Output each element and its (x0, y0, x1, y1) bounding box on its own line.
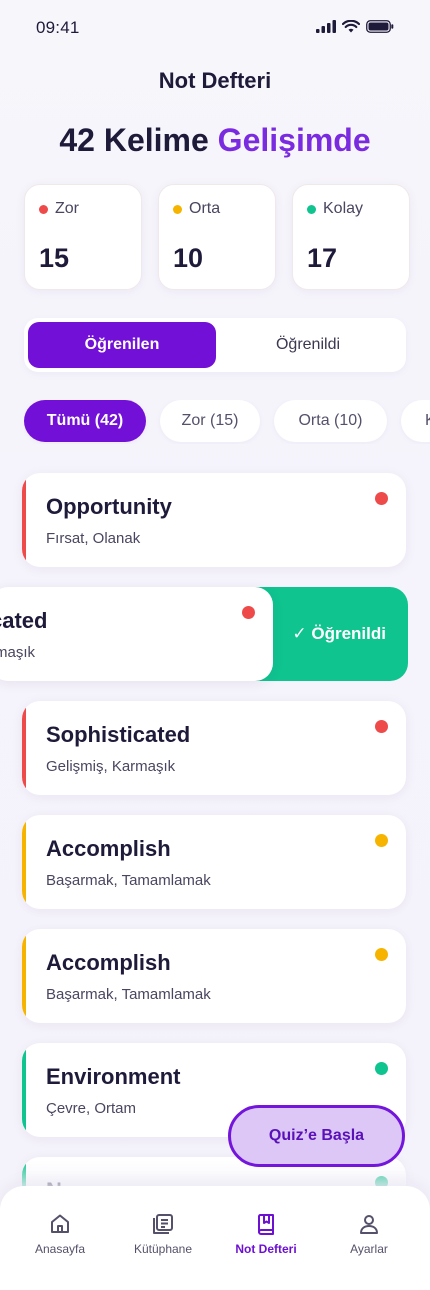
word-card-swiped[interactable]: cated rmaşık (0, 587, 273, 681)
tab-learning[interactable]: Öğrenilen (28, 322, 216, 368)
word-card[interactable]: Opportunity Fırsat, Olanak (22, 473, 406, 567)
word-card[interactable]: Sophisticated Gelişmiş, Karmaşık (22, 701, 406, 795)
tab-learned[interactable]: Öğrenildi (214, 322, 402, 368)
status-time: 09:41 (36, 18, 80, 37)
stat-label: Zor (55, 200, 79, 217)
segmented-control: Öğrenilen Öğrenildi (24, 318, 406, 372)
filter-chips: Tümü (42) Zor (15) Orta (10) K (24, 400, 430, 444)
difficulty-bar (22, 701, 26, 795)
library-icon (153, 1214, 173, 1234)
hard-dot-icon (39, 204, 48, 214)
stat-label-row: Kolay (307, 200, 363, 218)
word-meaning: Çevre, Ortam (46, 1100, 137, 1117)
start-quiz-button[interactable]: Quiz’e Başla (228, 1105, 405, 1167)
hard-dot-icon (375, 492, 388, 505)
signal-icon (316, 20, 336, 33)
easy-dot-icon (375, 1062, 388, 1075)
difficulty-bar (22, 1043, 26, 1137)
difficulty-bar (22, 815, 26, 909)
stat-label: Orta (189, 200, 221, 217)
stat-value: 10 (173, 243, 204, 273)
difficulty-bar (22, 929, 26, 1023)
medium-dot-icon (375, 834, 388, 847)
word-title: Accomplish (46, 950, 171, 975)
nav-item-notebook[interactable]: Not Defteri (216, 1212, 316, 1256)
word-meaning: Gelişmiş, Karmaşık (46, 758, 176, 775)
battery-icon (366, 20, 394, 33)
word-card[interactable]: Accomplish Başarmak, Tamamlamak (22, 815, 406, 909)
word-card[interactable]: Accomplish Başarmak, Tamamlamak (22, 929, 406, 1023)
headline-accent: Gelişimde (217, 122, 371, 158)
stat-value: 15 (39, 243, 70, 273)
medium-dot-icon (375, 948, 388, 961)
hard-dot-icon (242, 606, 255, 619)
difficulty-bar (22, 473, 26, 567)
nav-item-settings[interactable]: Ayarlar (319, 1212, 419, 1256)
headline: 42 Kelime Gelişimde (0, 122, 430, 159)
word-title: Accomplish (46, 836, 171, 861)
medium-dot-icon (173, 204, 182, 214)
nav-label: Ayarlar (350, 1242, 388, 1256)
chip-all[interactable]: Tümü (42) (24, 400, 146, 442)
stat-card-orta[interactable]: Orta 10 (158, 184, 276, 290)
stat-label-row: Zor (39, 200, 79, 218)
stat-value: 17 (307, 243, 338, 273)
hard-dot-icon (375, 720, 388, 733)
headline-count: 42 Kelime (59, 122, 209, 158)
stat-card-kolay[interactable]: Kolay 17 (292, 184, 410, 290)
nav-label: Kütüphane (133, 1242, 193, 1256)
word-title: cated (0, 608, 48, 633)
nav-item-library[interactable]: Kütüphane (113, 1212, 213, 1256)
nav-label: Not Defteri (235, 1242, 297, 1256)
status-icons (316, 20, 394, 33)
word-meaning: rmaşık (0, 644, 35, 661)
word-title: Environment (46, 1064, 181, 1089)
word-meaning: Fırsat, Olanak (46, 530, 141, 547)
swipe-row: ✓ Öğrenildi cated rmaşık (0, 587, 430, 681)
stat-label: Kolay (323, 200, 364, 217)
word-meaning: Başarmak, Tamamlamak (46, 872, 211, 889)
nav-item-home[interactable]: Anasayfa (10, 1212, 110, 1256)
wifi-icon (342, 20, 360, 33)
user-icon (360, 1215, 378, 1234)
page-title: Not Defteri (158, 68, 272, 93)
stat-label-row: Orta (173, 200, 220, 218)
stat-card-zor[interactable]: Zor 15 (24, 184, 142, 290)
status-bar: 09:41 (0, 0, 430, 56)
word-meaning: Başarmak, Tamamlamak (46, 986, 211, 1003)
word-title: Opportunity (46, 494, 172, 519)
chip-hard[interactable]: Zor (15) (160, 400, 260, 442)
word-title: Sophisticated (46, 722, 191, 747)
notebook-icon (257, 1214, 274, 1235)
chip-medium[interactable]: Orta (10) (274, 400, 387, 442)
nav-label: Anasayfa (34, 1242, 86, 1256)
bottom-nav: Anasayfa Kütüphane Not Defteri Ayarlar (0, 1186, 430, 1290)
chip-easy[interactable]: K (401, 400, 430, 442)
home-icon (51, 1214, 69, 1233)
easy-dot-icon (307, 204, 316, 214)
